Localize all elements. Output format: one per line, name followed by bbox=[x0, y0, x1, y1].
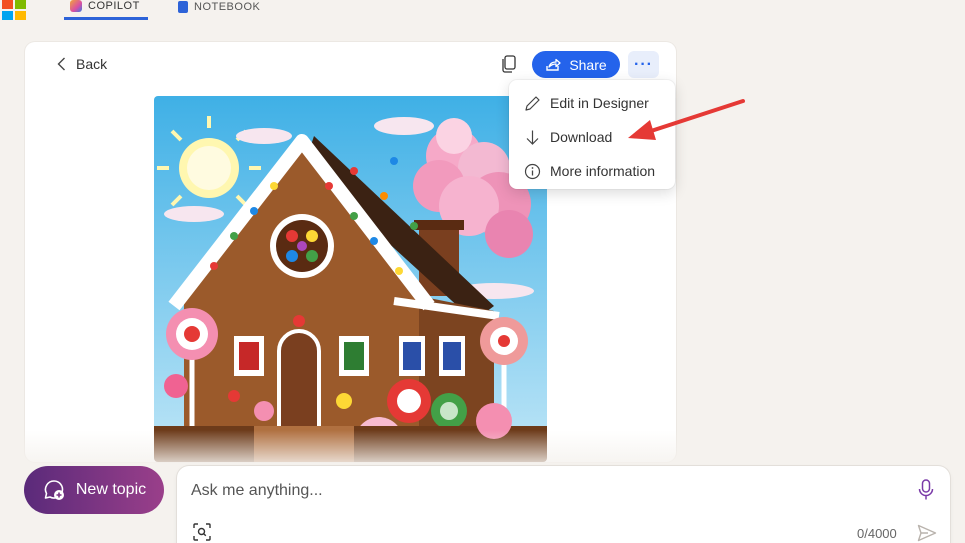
send-icon[interactable] bbox=[917, 524, 937, 542]
new-topic-button[interactable]: New topic bbox=[24, 466, 164, 514]
tab-copilot[interactable]: COPILOT bbox=[64, 0, 148, 20]
copy-icon[interactable] bbox=[501, 55, 517, 73]
menu-item-info-label: More information bbox=[550, 163, 656, 179]
new-chat-icon bbox=[44, 480, 64, 500]
menu-item-download-label: Download bbox=[550, 129, 613, 145]
visual-search-icon[interactable] bbox=[193, 523, 211, 541]
microphone-icon[interactable] bbox=[918, 479, 934, 501]
share-icon bbox=[546, 58, 561, 71]
info-icon bbox=[524, 163, 541, 179]
chevron-left-icon bbox=[57, 57, 65, 71]
tab-notebook[interactable]: NOTEBOOK bbox=[178, 0, 260, 20]
annotation-arrow-icon bbox=[628, 99, 745, 140]
back-button[interactable]: Back bbox=[57, 56, 107, 72]
tab-notebook-label: NOTEBOOK bbox=[194, 1, 261, 13]
more-options-button[interactable]: ··· bbox=[628, 51, 659, 78]
chat-input[interactable] bbox=[191, 478, 891, 504]
notebook-icon bbox=[178, 1, 188, 13]
more-options-label: ··· bbox=[634, 55, 653, 73]
chat-composer: 0/4000 bbox=[177, 466, 950, 543]
menu-item-more-information[interactable]: More information bbox=[509, 154, 675, 188]
gingerbread-house-image bbox=[154, 96, 547, 462]
share-label: Share bbox=[569, 56, 607, 73]
bottom-fade bbox=[0, 430, 965, 470]
new-topic-label: New topic bbox=[75, 481, 147, 498]
download-icon bbox=[526, 130, 539, 145]
top-bar: COPILOT NOTEBOOK bbox=[0, 0, 965, 24]
back-label: Back bbox=[76, 56, 108, 72]
share-button[interactable]: Share bbox=[532, 51, 620, 78]
tab-copilot-label: COPILOT bbox=[88, 0, 140, 12]
generated-image bbox=[154, 96, 547, 462]
microsoft-logo-icon bbox=[2, 0, 26, 20]
character-counter: 0/4000 bbox=[857, 526, 897, 541]
copilot-icon bbox=[70, 0, 82, 12]
pencil-icon bbox=[525, 95, 540, 111]
